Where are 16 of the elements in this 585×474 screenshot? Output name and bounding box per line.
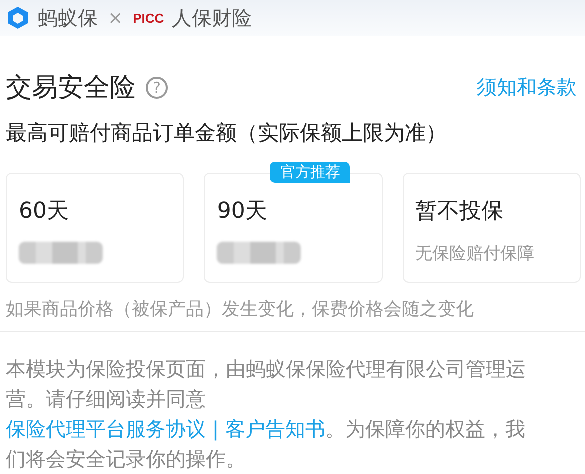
plan-title: 60天 <box>19 198 70 226</box>
product-title: 交易安全险 <box>6 72 136 106</box>
partner-logo: PICC <box>133 10 164 26</box>
brand-name: 蚂蚁保 <box>38 4 98 32</box>
plan-card[interactable]: 暂不投保 无保险赔付保障 <box>402 173 581 284</box>
coverage-subtitle: 最高可赔付商品订单金额（实际保额上限为准） <box>5 120 448 148</box>
partner-name: 人保财险 <box>172 4 252 32</box>
plan-title: 暂不投保 <box>416 198 505 226</box>
price-note: 如果商品价格（被保产品）发生变化，保费价格会随之变化 <box>5 298 475 322</box>
logo-icon <box>6 6 30 30</box>
plan-card[interactable]: 60天 <box>6 173 184 284</box>
plan-note: 无保险赔付保障 <box>416 243 536 266</box>
recommended-badge: 官方推荐 <box>270 162 350 184</box>
disclaimer-text: 本模块为保险投保页面，由蚂蚁保保险代理有限公司管理运营。请仔细阅读并同意 保险代理平台服务协议 | 客户告知书。为保障你的权益，我们将会安全记录你的操作。 <box>5 356 527 473</box>
plan-title: 90天 <box>217 198 268 226</box>
separator: × <box>108 8 124 29</box>
